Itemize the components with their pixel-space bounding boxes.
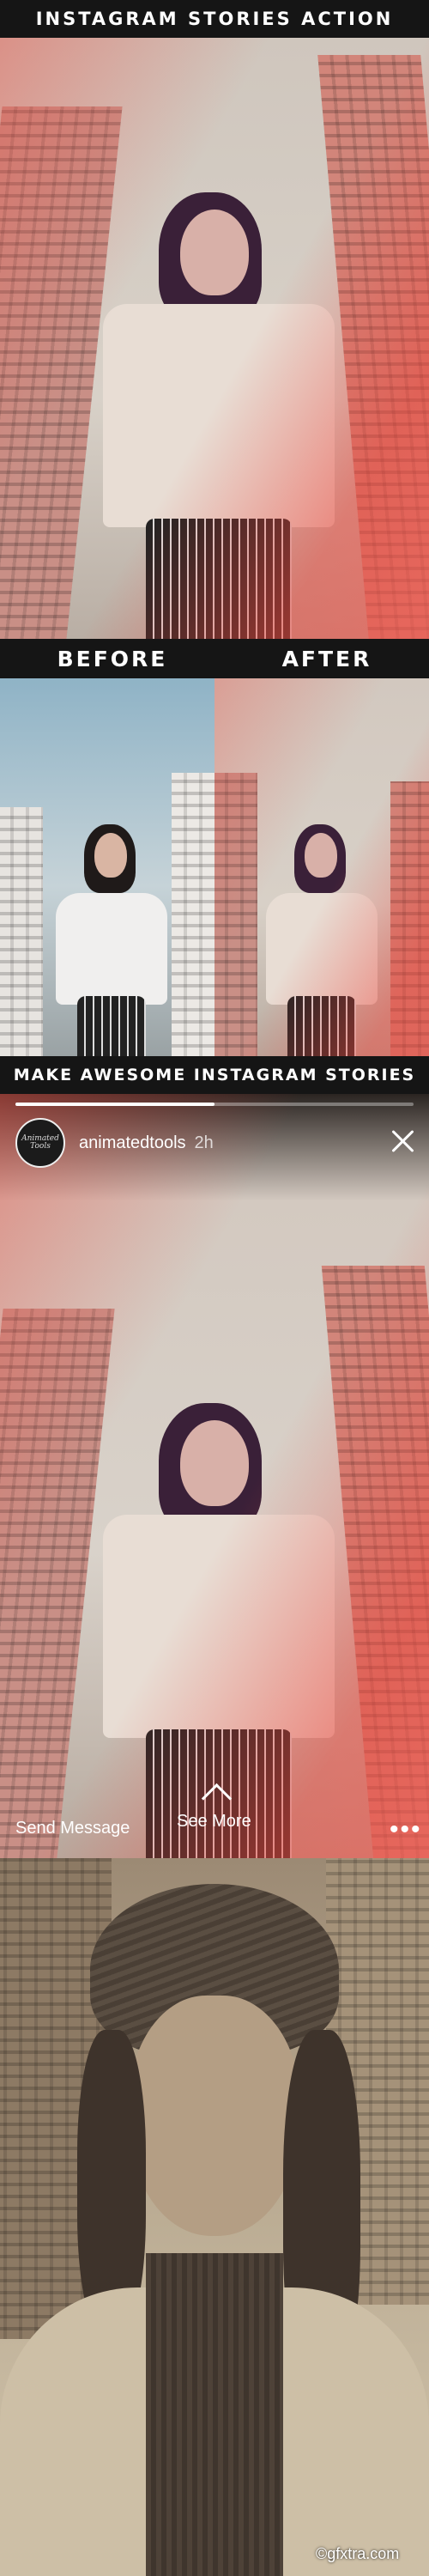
portrait-sweater bbox=[146, 2253, 283, 2576]
before-label: BEFORE bbox=[57, 646, 168, 671]
story-progress-bar bbox=[15, 1103, 414, 1106]
portrait-photo: ©gfxtra.com bbox=[0, 1858, 429, 2576]
after-photo bbox=[214, 678, 429, 1056]
banner-title: MAKE AWESOME INSTAGRAM STORIES bbox=[13, 1066, 416, 1084]
watermark: ©gfxtra.com bbox=[316, 2545, 400, 2562]
close-icon[interactable] bbox=[388, 1127, 417, 1156]
woman-figure bbox=[94, 158, 352, 639]
story-progress-fill bbox=[15, 1103, 214, 1106]
avatar[interactable]: Animated Tools bbox=[15, 1118, 65, 1168]
banner-bar: MAKE AWESOME INSTAGRAM STORIES bbox=[0, 1056, 429, 1094]
after-label: AFTER bbox=[281, 646, 372, 671]
story-preview: Animated Tools animatedtools 2h See More… bbox=[0, 1094, 429, 1858]
story-header: Animated Tools animatedtools 2h bbox=[15, 1118, 214, 1168]
story-time: 2h bbox=[194, 1133, 214, 1152]
header-title: INSTAGRAM STORIES ACTION bbox=[35, 9, 394, 29]
see-more-button[interactable]: See More bbox=[177, 1812, 251, 1832]
send-message-button[interactable]: Send Message bbox=[15, 1819, 130, 1838]
compare-photos bbox=[0, 678, 429, 1056]
story-woman-figure bbox=[94, 1369, 352, 1858]
story-username[interactable]: animatedtools bbox=[79, 1133, 186, 1153]
hero-photo bbox=[0, 38, 429, 639]
header-bar: INSTAGRAM STORIES ACTION bbox=[0, 0, 429, 38]
more-dots-icon[interactable]: ••• bbox=[390, 1817, 422, 1843]
compare-bar: BEFORE AFTER bbox=[0, 639, 429, 678]
before-photo bbox=[0, 678, 214, 1056]
portrait-face bbox=[129, 1996, 300, 2236]
avatar-text: Animated Tools bbox=[21, 1134, 59, 1151]
